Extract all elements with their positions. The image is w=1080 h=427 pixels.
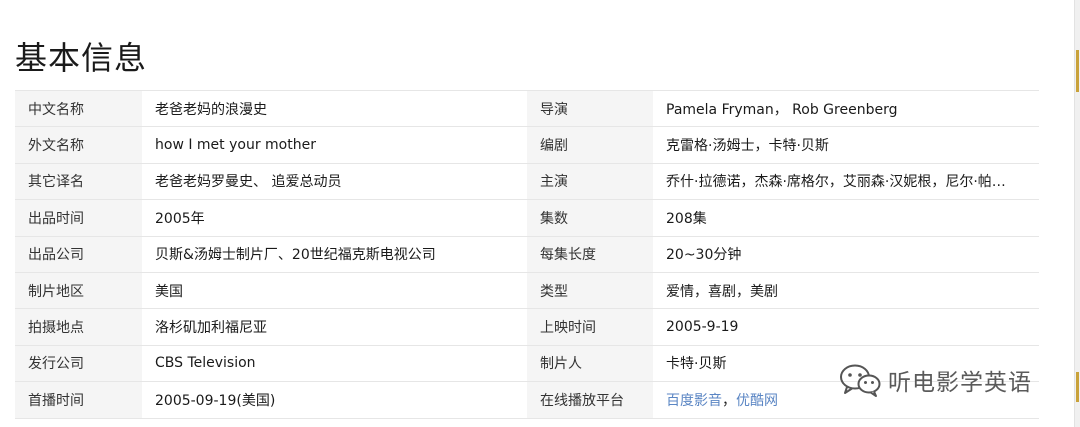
link-separator: ， <box>722 392 736 409</box>
label-foreign-name: 外文名称 <box>15 126 142 164</box>
table-row: 出品时间 2005年 集数 208集 <box>15 199 1039 237</box>
value-starring: 乔什·拉德诺，杰森·席格尔，艾丽森·汉妮根，尼尔·帕… <box>653 162 1039 201</box>
value-distributor: CBS Television <box>142 344 527 383</box>
label-filming-location: 拍摄地点 <box>15 308 142 346</box>
label-production-company: 出品公司 <box>15 235 142 273</box>
label-other-names: 其它译名 <box>15 162 142 201</box>
table-row: 制片地区 美国 类型 爱情，喜剧，美剧 <box>15 271 1039 310</box>
link-baidu-player[interactable]: 百度影音 <box>666 393 722 409</box>
label-release-date: 上映时间 <box>527 308 653 346</box>
label-director: 导演 <box>527 89 653 128</box>
value-filming-location: 洛杉矶加利福尼亚 <box>142 308 527 346</box>
label-distributor: 发行公司 <box>15 344 142 383</box>
value-production-company: 贝斯&汤姆士制片厂、20世纪福克斯电视公司 <box>142 235 527 273</box>
wechat-icon <box>838 362 882 398</box>
label-screenwriter: 编剧 <box>527 126 653 164</box>
link-youku[interactable]: 优酷网 <box>736 393 778 409</box>
value-episode-length: 20~30分钟 <box>653 235 1039 273</box>
table-row: 拍摄地点 洛杉矶加利福尼亚 上映时间 2005-9-19 <box>15 308 1039 346</box>
label-production-time: 出品时间 <box>15 199 142 237</box>
label-premiere-date: 首播时间 <box>15 381 142 419</box>
table-row: 外文名称 how I met your mother 编剧 克雷格·汤姆士，卡特… <box>15 126 1039 164</box>
value-screenwriter: 克雷格·汤姆士，卡特·贝斯 <box>653 126 1039 164</box>
value-foreign-name: how I met your mother <box>142 126 527 164</box>
label-producer: 制片人 <box>527 344 653 383</box>
edge-highlight <box>1076 372 1079 402</box>
label-chinese-name: 中文名称 <box>15 89 142 128</box>
value-production-time: 2005年 <box>142 199 527 237</box>
label-streaming-platforms: 在线播放平台 <box>527 381 653 419</box>
label-starring: 主演 <box>527 162 653 201</box>
edge-highlight <box>1076 50 1079 92</box>
label-genre: 类型 <box>527 271 653 310</box>
watermark-text: 听电影学英语 <box>888 370 1032 396</box>
value-other-names: 老爸老妈罗曼史、 追爱总动员 <box>142 162 527 201</box>
table-row: 出品公司 贝斯&汤姆士制片厂、20世纪福克斯电视公司 每集长度 20~30分钟 <box>15 235 1039 273</box>
label-production-region: 制片地区 <box>15 271 142 310</box>
scrollbar-edge[interactable] <box>1074 0 1080 427</box>
table-row: 中文名称 老爸老妈的浪漫史 导演 Pamela Fryman， Rob Gree… <box>15 89 1039 128</box>
value-genre: 爱情，喜剧，美剧 <box>653 271 1039 310</box>
page: 基本信息 中文名称 老爸老妈的浪漫史 导演 Pamela Fryman， Rob… <box>0 0 1080 427</box>
label-episode-length: 每集长度 <box>527 235 653 273</box>
label-episodes: 集数 <box>527 199 653 237</box>
value-director: Pamela Fryman， Rob Greenberg <box>653 89 1039 128</box>
table-row: 其它译名 老爸老妈罗曼史、 追爱总动员 主演 乔什·拉德诺，杰森·席格尔，艾丽森… <box>15 162 1039 201</box>
value-production-region: 美国 <box>142 271 527 310</box>
section-title: 基本信息 <box>15 39 148 77</box>
value-chinese-name: 老爸老妈的浪漫史 <box>142 89 527 128</box>
watermark: 听电影学英语 <box>838 360 1032 400</box>
value-release-date: 2005-9-19 <box>653 308 1039 346</box>
value-episodes: 208集 <box>653 199 1039 237</box>
value-premiere-date: 2005-09-19(美国) <box>142 381 527 419</box>
